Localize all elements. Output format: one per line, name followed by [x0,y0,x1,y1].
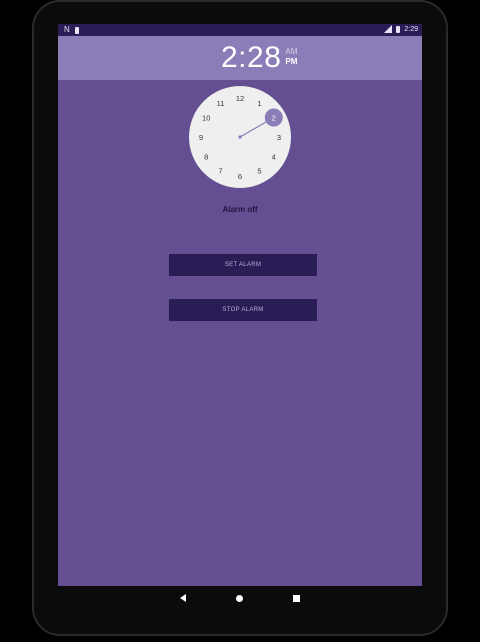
alarm-status-text: Alarm off [222,205,258,214]
time-header: 2:28 AM PM [58,36,422,80]
battery-icon [396,25,401,33]
clock-number-3[interactable]: 3 [277,133,281,142]
signal-icon [384,25,393,33]
clock-number-4[interactable]: 4 [272,152,276,161]
clock-number-9[interactable]: 9 [199,133,203,142]
recents-icon[interactable] [293,594,300,602]
pm-toggle[interactable]: PM [285,57,297,67]
set-alarm-button[interactable]: SET ALARM [169,254,317,276]
back-icon[interactable] [180,594,186,602]
clock-number-7[interactable]: 7 [218,167,222,176]
status-bar: N 2:29 [58,24,422,36]
clock-number-8[interactable]: 8 [204,152,208,161]
clock-number-10[interactable]: 10 [202,113,210,122]
navigation-bar [58,586,422,610]
n-notification-icon: N [64,25,70,34]
stop-alarm-button[interactable]: STOP ALARM [169,299,317,321]
home-icon[interactable] [236,594,243,602]
am-toggle[interactable]: AM [285,47,297,57]
header-time[interactable]: 2:28 [221,42,281,74]
clock-number-11[interactable]: 11 [217,99,225,108]
status-time: 2:29 [404,25,418,33]
clock-number-1[interactable]: 1 [257,99,261,108]
clock-number-5[interactable]: 5 [257,167,261,176]
clock-number-2[interactable]: 2 [272,113,276,122]
clock-number-12[interactable]: 12 [236,94,244,103]
clock-center-dot [238,135,242,139]
sd-card-icon [74,26,79,34]
clock-face[interactable]: 121234567891011 [189,86,291,188]
clock-number-6[interactable]: 6 [238,172,242,181]
app-screen: N 2:29 2:28 AM PM 12 1 2 3 4 5 6 7 8 9 10 11 Alarm … [58,24,422,586]
